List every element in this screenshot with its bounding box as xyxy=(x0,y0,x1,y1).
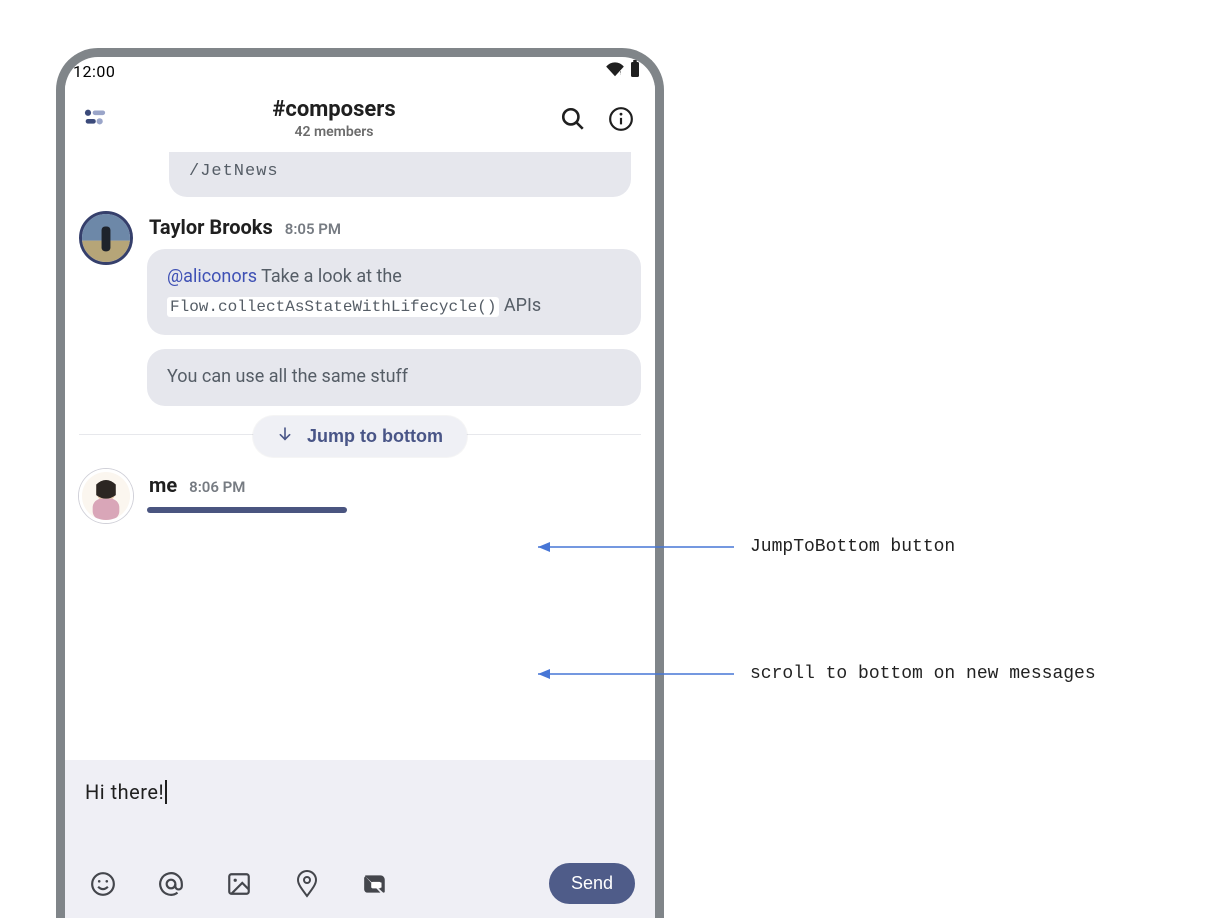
message-bubble-me xyxy=(147,507,347,513)
emoji-icon[interactable] xyxy=(89,870,117,898)
phone-frame: 12:00 ! #composers 42 members xyxy=(56,48,664,918)
channel-title-area: #composers 42 members xyxy=(109,97,559,140)
today-divider: Jump to bottom xyxy=(79,434,641,435)
image-icon[interactable] xyxy=(225,870,253,898)
composer-actions: Send xyxy=(85,863,635,904)
composer-value: Hi there! xyxy=(85,780,164,804)
message-time: 8:05 PM xyxy=(285,220,341,238)
channel-name: #composers xyxy=(109,97,559,122)
arrow-down-icon xyxy=(277,426,293,447)
sender-line-me: me 8:06 PM xyxy=(149,473,641,497)
composer-text[interactable]: Hi there! xyxy=(85,780,635,804)
wifi-icon: ! xyxy=(605,61,625,81)
message-text: APIs xyxy=(499,295,541,316)
message-bubble-prev: /JetNews xyxy=(169,152,631,197)
message-bubble-1: @aliconors Take a look at the Flow.colle… xyxy=(147,249,641,335)
info-icon[interactable] xyxy=(607,105,635,133)
message-text: Take a look at the xyxy=(257,266,402,287)
search-icon[interactable] xyxy=(559,105,587,133)
sender-name: Taylor Brooks xyxy=(149,215,273,239)
location-icon[interactable] xyxy=(293,870,321,898)
message-bubble-2: You can use all the same stuff xyxy=(147,349,641,406)
top-bar: #composers 42 members xyxy=(65,85,655,152)
channel-members: 42 members xyxy=(109,124,559,140)
battery-icon xyxy=(629,60,641,82)
annotation-jump: JumpToBottom button xyxy=(750,537,955,557)
jump-label: Jump to bottom xyxy=(307,426,443,447)
mention[interactable]: @aliconors xyxy=(167,266,257,287)
message-time-me: 8:06 PM xyxy=(189,478,245,496)
message-composer: Hi there! Send xyxy=(65,760,655,918)
annotation-scroll: scroll to bottom on new messages xyxy=(750,664,1096,684)
message-row-taylor: Taylor Brooks 8:05 PM @aliconors Take a … xyxy=(79,211,641,419)
message-row-me: me 8:06 PM xyxy=(79,469,641,523)
topbar-actions xyxy=(559,105,635,133)
messages-list[interactable]: /JetNews Taylor Brooks 8:05 PM @aliconor… xyxy=(65,152,655,742)
mention-icon[interactable] xyxy=(157,870,185,898)
video-icon[interactable] xyxy=(361,870,389,898)
send-button[interactable]: Send xyxy=(549,863,635,904)
status-right: ! xyxy=(605,60,641,82)
clock: 12:00 xyxy=(73,62,115,81)
avatar-me[interactable] xyxy=(79,469,133,523)
avatar-taylor[interactable] xyxy=(79,211,133,265)
status-bar: 12:00 ! xyxy=(65,57,655,85)
sender-line: Taylor Brooks 8:05 PM xyxy=(149,215,641,239)
code-chip: Flow.collectAsStateWithLifecycle() xyxy=(167,297,499,317)
app-logo[interactable] xyxy=(81,105,109,133)
sender-name-me: me xyxy=(149,473,177,497)
svg-text:!: ! xyxy=(620,71,622,77)
jump-to-bottom-button[interactable]: Jump to bottom xyxy=(253,416,467,457)
